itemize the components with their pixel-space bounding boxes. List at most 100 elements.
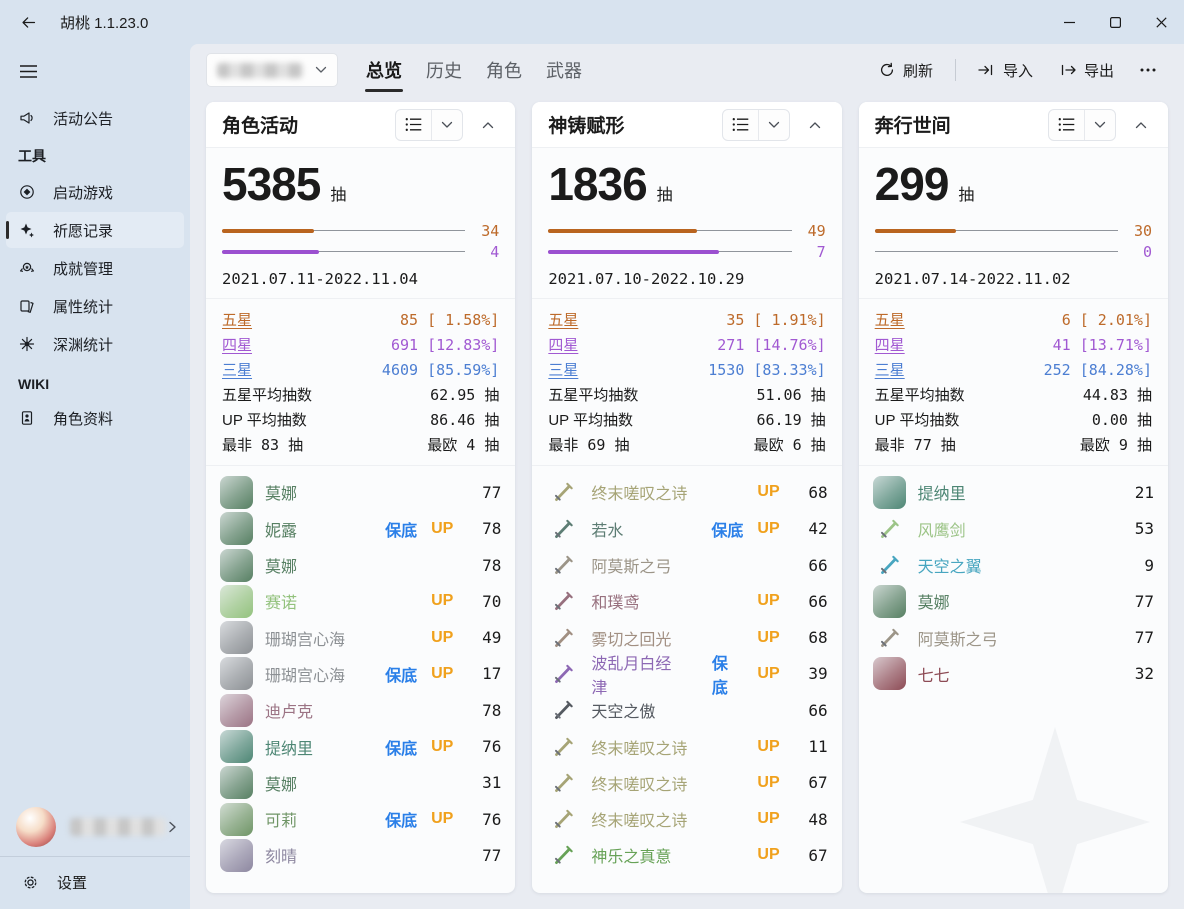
up-badge: UP [757, 774, 779, 792]
five-star-pity-bar: 34 [222, 220, 499, 241]
export-button[interactable]: 导出 [1049, 54, 1124, 87]
tier-label[interactable]: 三星 [875, 359, 905, 380]
up-badge: UP [431, 520, 453, 538]
minimize-button[interactable] [1046, 0, 1092, 44]
user-account-row[interactable] [0, 798, 190, 856]
collapse-card-button[interactable] [1126, 110, 1156, 140]
list-view-button[interactable] [1049, 110, 1085, 140]
character-avatar [220, 803, 253, 836]
luck-stat-row: 最非 77 抽最欧 9 抽 [875, 432, 1152, 457]
weapon-icon [546, 803, 579, 836]
three-star-stat-row: 三星252 [84.28%] [875, 357, 1152, 382]
avg-up-row: UP 平均抽数66.19 抽 [548, 407, 825, 432]
weapon-icon [546, 694, 579, 727]
tier-label[interactable]: 四星 [222, 334, 252, 355]
import-icon [978, 63, 995, 77]
list-item: 可莉保底UP76 [220, 801, 501, 837]
tier-label[interactable]: 五星 [222, 309, 252, 330]
sidebar-item-property-stats[interactable]: 属性统计 [6, 288, 184, 324]
guarantee-badge: 保底 [712, 650, 744, 698]
tier-label[interactable]: 五星 [875, 309, 905, 330]
up-badge: UP [757, 810, 779, 828]
item-name: 终末嗟叹之诗 [591, 735, 687, 759]
sidebar-item-wish-records[interactable]: 祈愿记录 [6, 212, 184, 248]
wish-records-icon [18, 222, 35, 239]
list-item: 终末嗟叹之诗UP67 [546, 765, 827, 801]
sidebar-item-announcements[interactable]: 活动公告 [6, 100, 184, 136]
progress-track [222, 249, 465, 255]
sidebar-item-abyss-stats[interactable]: 深渊统计 [6, 326, 184, 362]
sidebar-item-character-wiki[interactable]: 角色资料 [6, 400, 184, 436]
pity-progress-bars: 497 [548, 220, 825, 262]
banner-card: 神铸赋形1836抽4972021.07.10-2022.10.29五星35 [ … [532, 102, 841, 893]
uid-select-dropdown[interactable] [206, 53, 338, 87]
maximize-button[interactable] [1092, 0, 1138, 44]
list-mode-dropdown-button[interactable] [432, 110, 462, 140]
card-header: 奔行世间 [859, 102, 1168, 148]
pity-count: 34 [473, 222, 499, 240]
list-item: 终末嗟叹之诗UP11 [546, 728, 827, 764]
list-mode-split-button [395, 109, 463, 141]
progress-track [548, 249, 791, 255]
tier-label[interactable]: 四星 [548, 334, 578, 355]
back-arrow-icon [20, 14, 37, 31]
character-avatar [220, 549, 253, 582]
list-mode-split-button [722, 109, 790, 141]
stat-label: UP 平均抽数 [875, 409, 960, 430]
guarantee-badge: 保底 [385, 517, 417, 541]
tab-characters[interactable]: 角色 [476, 44, 532, 96]
pull-count: 77 [473, 846, 501, 865]
more-options-button[interactable] [1130, 62, 1166, 78]
five-star-item-list: 提纳里21风鹰剑53天空之翼9莫娜77阿莫斯之弓77七七32 [859, 465, 1168, 893]
avg-five-star-row: 五星平均抽数62.95 抽 [222, 382, 499, 407]
tier-label[interactable]: 三星 [548, 359, 578, 380]
guarantee-badge: 保底 [385, 735, 417, 759]
guarantee-badge: 保底 [711, 517, 743, 541]
list-view-button[interactable] [396, 110, 432, 140]
list-mode-dropdown-button[interactable] [1085, 110, 1115, 140]
progress-fill [548, 250, 718, 254]
weapon-icon [546, 512, 579, 545]
avg-five-star-row: 五星平均抽数44.83 抽 [875, 382, 1152, 407]
four-star-stat-row: 四星271 [14.76%] [548, 332, 825, 357]
tab-overview[interactable]: 总览 [356, 44, 412, 96]
five-star-pity-bar: 30 [875, 220, 1152, 241]
list-item: 提纳里21 [873, 474, 1154, 510]
progress-track [222, 228, 465, 234]
progress-track [875, 249, 1118, 255]
tier-label[interactable]: 四星 [875, 334, 905, 355]
weapon-icon [546, 476, 579, 509]
guarantee-badge: 保底 [385, 662, 417, 686]
import-button[interactable]: 导入 [968, 54, 1043, 87]
sidebar-item-achievements[interactable]: 成就管理 [6, 250, 184, 286]
list-item: 和璞鸢UP66 [546, 583, 827, 619]
weapon-icon [546, 549, 579, 582]
close-button[interactable] [1138, 0, 1184, 44]
collapse-card-button[interactable] [473, 110, 503, 140]
list-icon [732, 117, 749, 132]
four-star-pity-bar: 7 [548, 241, 825, 262]
hamburger-menu-button[interactable] [8, 54, 48, 88]
sidebar-item-launch-game[interactable]: 启动游戏 [6, 174, 184, 210]
tab-weapons[interactable]: 武器 [536, 44, 592, 96]
collapse-card-button[interactable] [800, 110, 830, 140]
list-mode-dropdown-button[interactable] [759, 110, 789, 140]
pull-count: 66 [800, 592, 828, 611]
tier-value: 6 [ 2.01%] [1062, 311, 1152, 329]
up-badge: UP [757, 520, 779, 538]
list-item: 莫娜77 [873, 583, 1154, 619]
close-icon [1156, 17, 1167, 28]
list-item: 天空之翼9 [873, 547, 1154, 583]
tab-history[interactable]: 历史 [416, 44, 472, 96]
sidebar-item-settings[interactable]: 设置 [6, 859, 184, 905]
progress-track [875, 228, 1118, 234]
tier-label[interactable]: 五星 [548, 309, 578, 330]
tier-label[interactable]: 三星 [222, 359, 252, 380]
pity-count: 4 [473, 243, 499, 261]
list-view-button[interactable] [723, 110, 759, 140]
refresh-button[interactable]: 刷新 [869, 54, 943, 87]
item-name: 终末嗟叹之诗 [591, 480, 687, 504]
progress-baseline [875, 251, 1118, 252]
best-pull: 最欧 6 抽 [754, 434, 826, 455]
back-button[interactable] [12, 7, 44, 37]
